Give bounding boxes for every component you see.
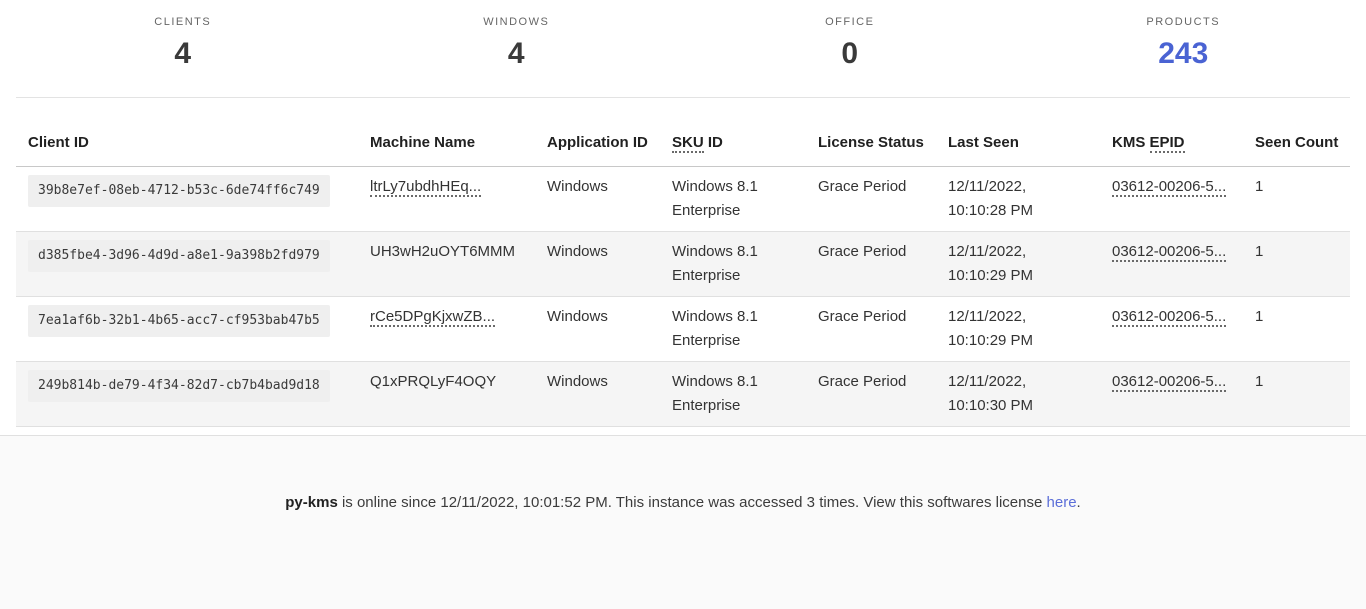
sku-id-cell: Windows 8.1 Enterprise	[660, 167, 806, 232]
stat-clients: CLIENTS 4	[16, 16, 350, 72]
stat-products-value: 243	[1017, 36, 1351, 72]
app-name: py-kms	[285, 494, 338, 511]
license-status-cell: Grace Period	[806, 297, 936, 362]
seen-count-cell: 1	[1243, 232, 1350, 297]
application-id-cell: Windows	[535, 232, 660, 297]
machine-name-cell: rCe5DPgKjxwZB...	[358, 297, 535, 362]
kms-epid-truncated-link[interactable]: 03612-00206-5...	[1112, 243, 1226, 262]
client-id-chip: d385fbe4-3d96-4d9d-a8e1-9a398b2fd979	[28, 240, 330, 272]
kms-epid-cell: 03612-00206-5...	[1100, 297, 1243, 362]
clients-table: Client ID Machine Name Application ID SK…	[16, 98, 1350, 427]
machine-name-cell: Q1xPRQLyF4OQY	[358, 362, 535, 427]
kms-epid-truncated-link[interactable]: 03612-00206-5...	[1112, 178, 1226, 197]
last-seen-cell: 12/11/2022, 10:10:29 PM	[936, 232, 1100, 297]
stat-office-value: 0	[683, 36, 1017, 72]
stat-windows-value: 4	[350, 36, 684, 72]
machine-name-cell: ltrLy7ubdhHEq...	[358, 167, 535, 232]
kms-epid-cell: 03612-00206-5...	[1100, 232, 1243, 297]
application-id-cell: Windows	[535, 167, 660, 232]
kms-epid-truncated-link[interactable]: 03612-00206-5...	[1112, 373, 1226, 392]
table-row: 7ea1af6b-32b1-4b65-acc7-cf953bab47b5 rCe…	[16, 297, 1350, 362]
machine-name-truncated-link[interactable]: ltrLy7ubdhHEq...	[370, 178, 481, 197]
column-header-license-status: License Status	[806, 98, 936, 167]
client-id-cell: 39b8e7ef-08eb-4712-b53c-6de74ff6c749	[16, 167, 358, 232]
sku-id-cell: Windows 8.1 Enterprise	[660, 232, 806, 297]
seen-count-cell: 1	[1243, 167, 1350, 232]
stat-products: PRODUCTS 243	[1017, 16, 1351, 72]
last-seen-cell: 12/11/2022, 10:10:30 PM	[936, 362, 1100, 427]
status-message: py-kms is online since 12/11/2022, 10:01…	[0, 436, 1366, 514]
py-kms-dashboard: CLIENTS 4 WINDOWS 4 OFFICE 0 PRODUCTS 24…	[0, 0, 1366, 609]
license-status-cell: Grace Period	[806, 167, 936, 232]
sku-abbr: SKU	[672, 134, 704, 153]
status-footer: py-kms is online since 12/11/2022, 10:01…	[0, 435, 1366, 609]
machine-name-cell: UH3wH2uOYT6MMM	[358, 232, 535, 297]
license-link[interactable]: here	[1047, 494, 1077, 511]
table-row: 249b814b-de79-4f34-82d7-cb7b4bad9d18 Q1x…	[16, 362, 1350, 427]
last-seen-cell: 12/11/2022, 10:10:28 PM	[936, 167, 1100, 232]
stat-windows-label: WINDOWS	[350, 16, 684, 29]
client-id-chip: 39b8e7ef-08eb-4712-b53c-6de74ff6c749	[28, 175, 330, 207]
seen-count-cell: 1	[1243, 297, 1350, 362]
stat-office-label: OFFICE	[683, 16, 1017, 29]
column-header-application-id: Application ID	[535, 98, 660, 167]
client-id-cell: d385fbe4-3d96-4d9d-a8e1-9a398b2fd979	[16, 232, 358, 297]
machine-name-truncated-link[interactable]: rCe5DPgKjxwZB...	[370, 308, 495, 327]
kms-epid-cell: 03612-00206-5...	[1100, 362, 1243, 427]
table-row: 39b8e7ef-08eb-4712-b53c-6de74ff6c749 ltr…	[16, 167, 1350, 232]
client-id-chip: 249b814b-de79-4f34-82d7-cb7b4bad9d18	[28, 370, 330, 402]
sku-id-cell: Windows 8.1 Enterprise	[660, 297, 806, 362]
last-seen-cell: 12/11/2022, 10:10:29 PM	[936, 297, 1100, 362]
seen-count-cell: 1	[1243, 362, 1350, 427]
stats-bar: CLIENTS 4 WINDOWS 4 OFFICE 0 PRODUCTS 24…	[16, 0, 1350, 98]
status-period: .	[1077, 494, 1081, 511]
column-header-sku-id: SKU ID	[660, 98, 806, 167]
kms-epid-cell: 03612-00206-5...	[1100, 167, 1243, 232]
column-header-kms-epid: KMS EPID	[1100, 98, 1243, 167]
stat-windows: WINDOWS 4	[350, 16, 684, 72]
status-text: is online since 12/11/2022, 10:01:52 PM.…	[338, 494, 1047, 511]
license-status-cell: Grace Period	[806, 232, 936, 297]
stat-clients-value: 4	[16, 36, 350, 72]
epid-abbr: EPID	[1150, 134, 1185, 153]
application-id-cell: Windows	[535, 362, 660, 427]
client-id-cell: 7ea1af6b-32b1-4b65-acc7-cf953bab47b5	[16, 297, 358, 362]
column-header-client-id: Client ID	[16, 98, 358, 167]
table-row: d385fbe4-3d96-4d9d-a8e1-9a398b2fd979 UH3…	[16, 232, 1350, 297]
client-id-cell: 249b814b-de79-4f34-82d7-cb7b4bad9d18	[16, 362, 358, 427]
license-status-cell: Grace Period	[806, 362, 936, 427]
table-header-row: Client ID Machine Name Application ID SK…	[16, 98, 1350, 167]
column-header-seen-count: Seen Count	[1243, 98, 1350, 167]
column-header-last-seen: Last Seen	[936, 98, 1100, 167]
client-id-chip: 7ea1af6b-32b1-4b65-acc7-cf953bab47b5	[28, 305, 330, 337]
application-id-cell: Windows	[535, 297, 660, 362]
stat-clients-label: CLIENTS	[16, 16, 350, 29]
column-header-machine-name: Machine Name	[358, 98, 535, 167]
stat-products-label: PRODUCTS	[1017, 16, 1351, 29]
stat-office: OFFICE 0	[683, 16, 1017, 72]
kms-epid-truncated-link[interactable]: 03612-00206-5...	[1112, 308, 1226, 327]
sku-id-cell: Windows 8.1 Enterprise	[660, 362, 806, 427]
